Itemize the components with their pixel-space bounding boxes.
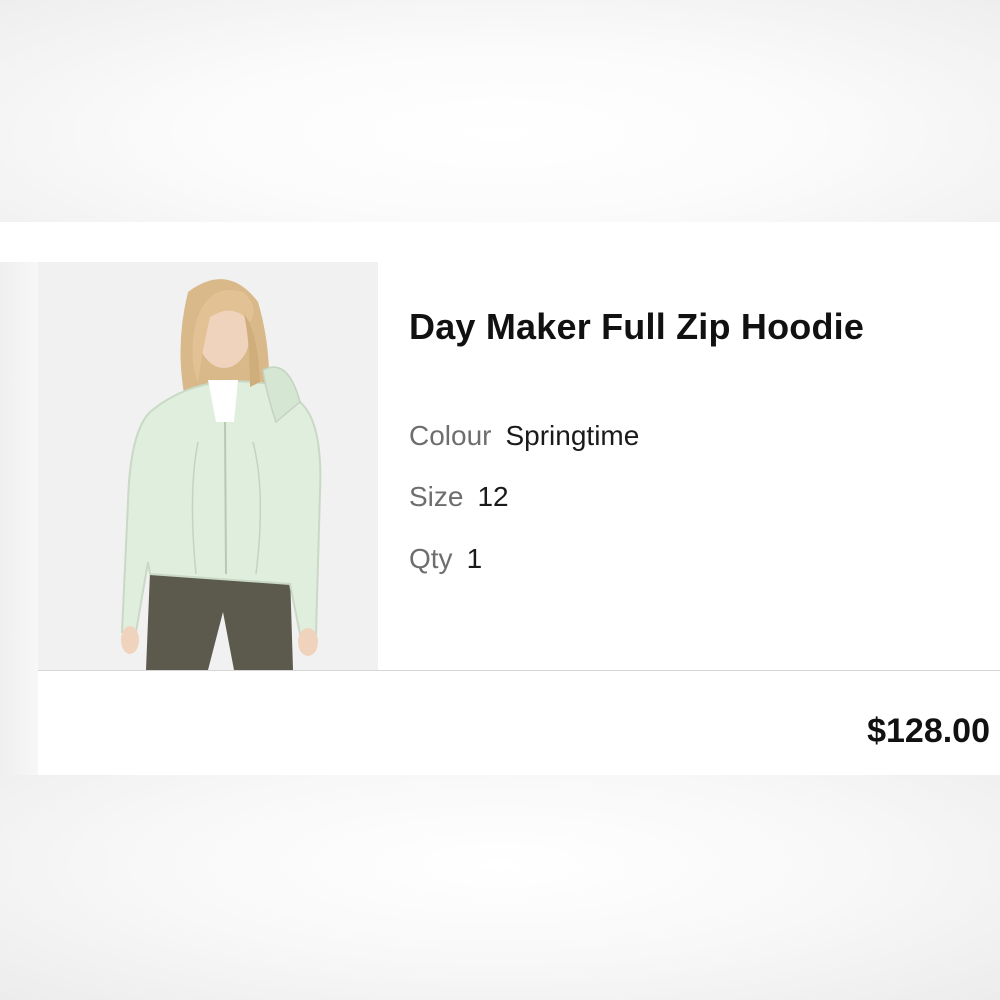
- item-price: $128.00: [867, 712, 990, 750]
- colour-value: Springtime: [505, 420, 640, 451]
- background-left: [0, 262, 38, 775]
- background-top: [0, 0, 1000, 222]
- colour-label: Colour: [409, 420, 492, 451]
- divider: [38, 670, 1000, 671]
- product-title[interactable]: Day Maker Full Zip Hoodie: [409, 306, 864, 348]
- product-image[interactable]: [38, 262, 378, 670]
- qty-label: Qty: [409, 543, 453, 574]
- colour-attribute: Colour Springtime: [409, 420, 639, 452]
- size-label: Size: [409, 481, 464, 512]
- qty-attribute: Qty 1: [409, 543, 482, 575]
- qty-value: 1: [466, 543, 483, 574]
- background-bottom: [0, 775, 1000, 1000]
- size-value: 12: [477, 481, 509, 512]
- size-attribute: Size 12: [409, 481, 509, 513]
- cart-item-card: Day Maker Full Zip Hoodie Colour Springti…: [38, 262, 1000, 775]
- product-photo-icon: [38, 262, 378, 670]
- background-strip: [0, 222, 1000, 262]
